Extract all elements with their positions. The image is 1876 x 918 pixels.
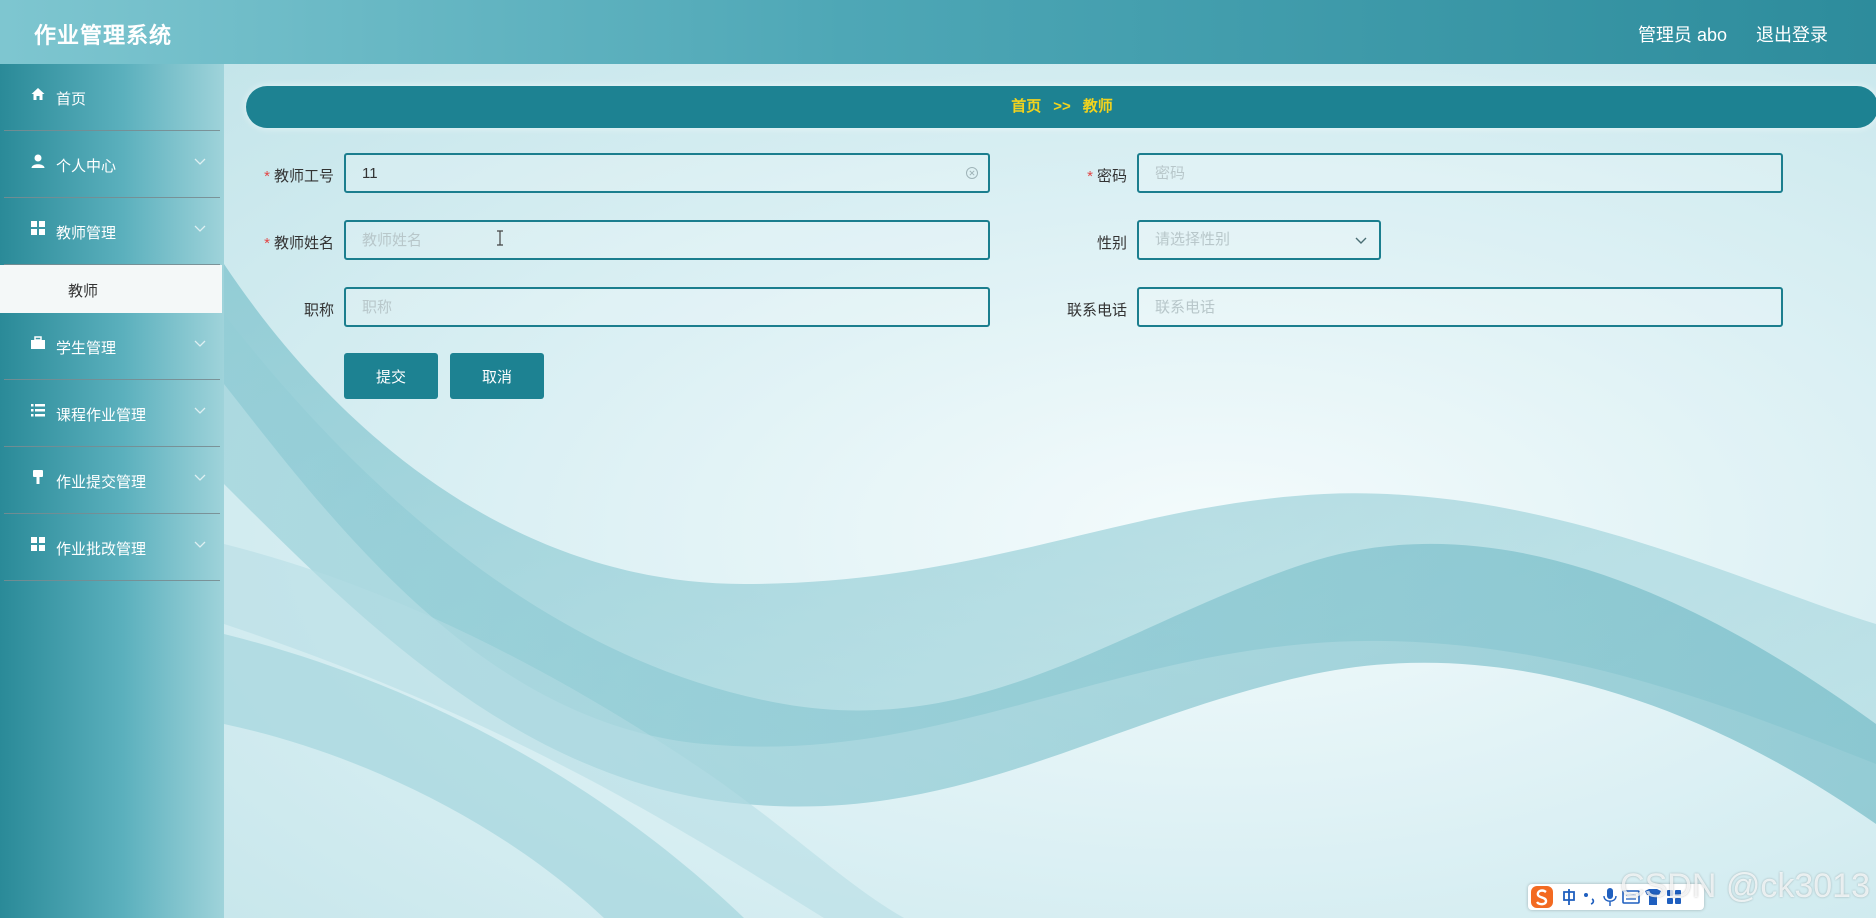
grid-icon [31, 221, 45, 235]
sidebar-item-course-homework-management[interactable]: 课程作业管理 [4, 380, 220, 447]
password-label-text: 密码 [1096, 168, 1127, 185]
sidebar-subitem-teacher[interactable]: 教师 [0, 265, 222, 313]
list-icon [31, 404, 45, 417]
sidebar-subitem-label: 教师 [68, 283, 99, 300]
sidebar-item-label: 作业提交管理 [56, 474, 147, 491]
chevron-down-icon [194, 407, 206, 414]
gender-label: 性别 [1017, 232, 1127, 253]
chevron-down-icon [194, 541, 206, 548]
ime-chinese-mode-icon [1563, 889, 1575, 905]
sidebar-item-student-management[interactable]: 学生管理 [4, 313, 220, 380]
teacher-id-label: * 教师工号 [224, 165, 334, 186]
gender-select[interactable]: 请选择性别 [1137, 220, 1381, 260]
sidebar-item-label: 学生管理 [56, 340, 117, 357]
ime-punctuation-icon [1584, 893, 1588, 897]
sidebar-item-homework-submission-management[interactable]: 作业提交管理 [4, 447, 220, 514]
teacher-id-input[interactable] [344, 153, 990, 193]
breadcrumb: 首页 >> 教师 [246, 86, 1876, 128]
required-mark: * [264, 235, 270, 252]
sidebar-item-label: 课程作业管理 [56, 407, 147, 424]
grid-icon [31, 537, 45, 551]
main-content: 首页>>教师 *教师工号 *密码 *教师姓名 性别 请选择性别 职称 联系电话 … [224, 64, 1876, 918]
sidebar-item-home[interactable]: 首页 [4, 64, 220, 131]
teacher-name-label-text: 教师姓名 [273, 235, 334, 252]
chevron-down-icon[interactable] [1354, 236, 1368, 246]
brush-icon [33, 470, 43, 484]
home-icon [31, 88, 45, 100]
submit-button[interactable]: 提交 [344, 353, 438, 399]
gender-label-text: 性别 [1096, 235, 1127, 252]
sidebar: 首页 个人中心 教师管理 教师 学生管理 课程作业管理 作业提交管理 作业批改管… [0, 64, 224, 918]
teacher-name-input[interactable] [344, 220, 990, 260]
watermark: CSDN @ck3013 [1620, 867, 1870, 905]
user-label: 管理员 abo [1637, 25, 1727, 45]
phone-input[interactable] [1137, 287, 1783, 327]
required-mark: * [1087, 168, 1093, 185]
breadcrumb-current: 教师 [1082, 98, 1113, 115]
required-mark: * [264, 168, 270, 185]
chevron-down-icon [194, 158, 206, 165]
gender-select-placeholder: 请选择性别 [1155, 231, 1231, 248]
microphone-icon [1607, 888, 1613, 899]
top-header: 作业管理系统 管理员 abo 退出登录 [0, 0, 1876, 64]
teacher-name-label: * 教师姓名 [224, 232, 334, 253]
briefcase-icon [31, 336, 45, 349]
chevron-down-icon [194, 340, 206, 347]
password-input[interactable] [1137, 153, 1783, 193]
sidebar-item-label: 教师管理 [56, 225, 117, 242]
password-label: * 密码 [1017, 165, 1127, 186]
sidebar-item-label: 个人中心 [56, 158, 117, 175]
header-user-area: 管理员 abo 退出登录 [1614, 21, 1828, 47]
user-icon [31, 154, 45, 168]
cancel-button[interactable]: 取消 [450, 353, 544, 399]
sidebar-item-homework-grading-management[interactable]: 作业批改管理 [4, 514, 220, 581]
phone-label: 联系电话 [1017, 299, 1127, 320]
title-label-text: 职称 [303, 302, 334, 319]
logout-link[interactable]: 退出登录 [1756, 25, 1828, 45]
teacher-id-label-text: 教师工号 [273, 168, 334, 185]
sidebar-item-teacher-management[interactable]: 教师管理 [4, 198, 220, 265]
phone-label-text: 联系电话 [1066, 302, 1127, 319]
text-cursor-icon [497, 230, 503, 246]
app-title: 作业管理系统 [34, 23, 173, 48]
breadcrumb-home[interactable]: 首页 [1011, 98, 1041, 115]
sidebar-item-personal-center[interactable]: 个人中心 [4, 131, 220, 198]
sidebar-item-label: 首页 [56, 91, 87, 108]
sidebar-item-label: 作业批改管理 [56, 541, 147, 558]
title-input[interactable] [344, 287, 990, 327]
chevron-down-icon [194, 225, 206, 232]
breadcrumb-separator: >> [1053, 98, 1071, 115]
clear-circle-icon[interactable] [965, 166, 979, 180]
title-label: 职称 [224, 299, 334, 320]
chevron-down-icon [194, 474, 206, 481]
